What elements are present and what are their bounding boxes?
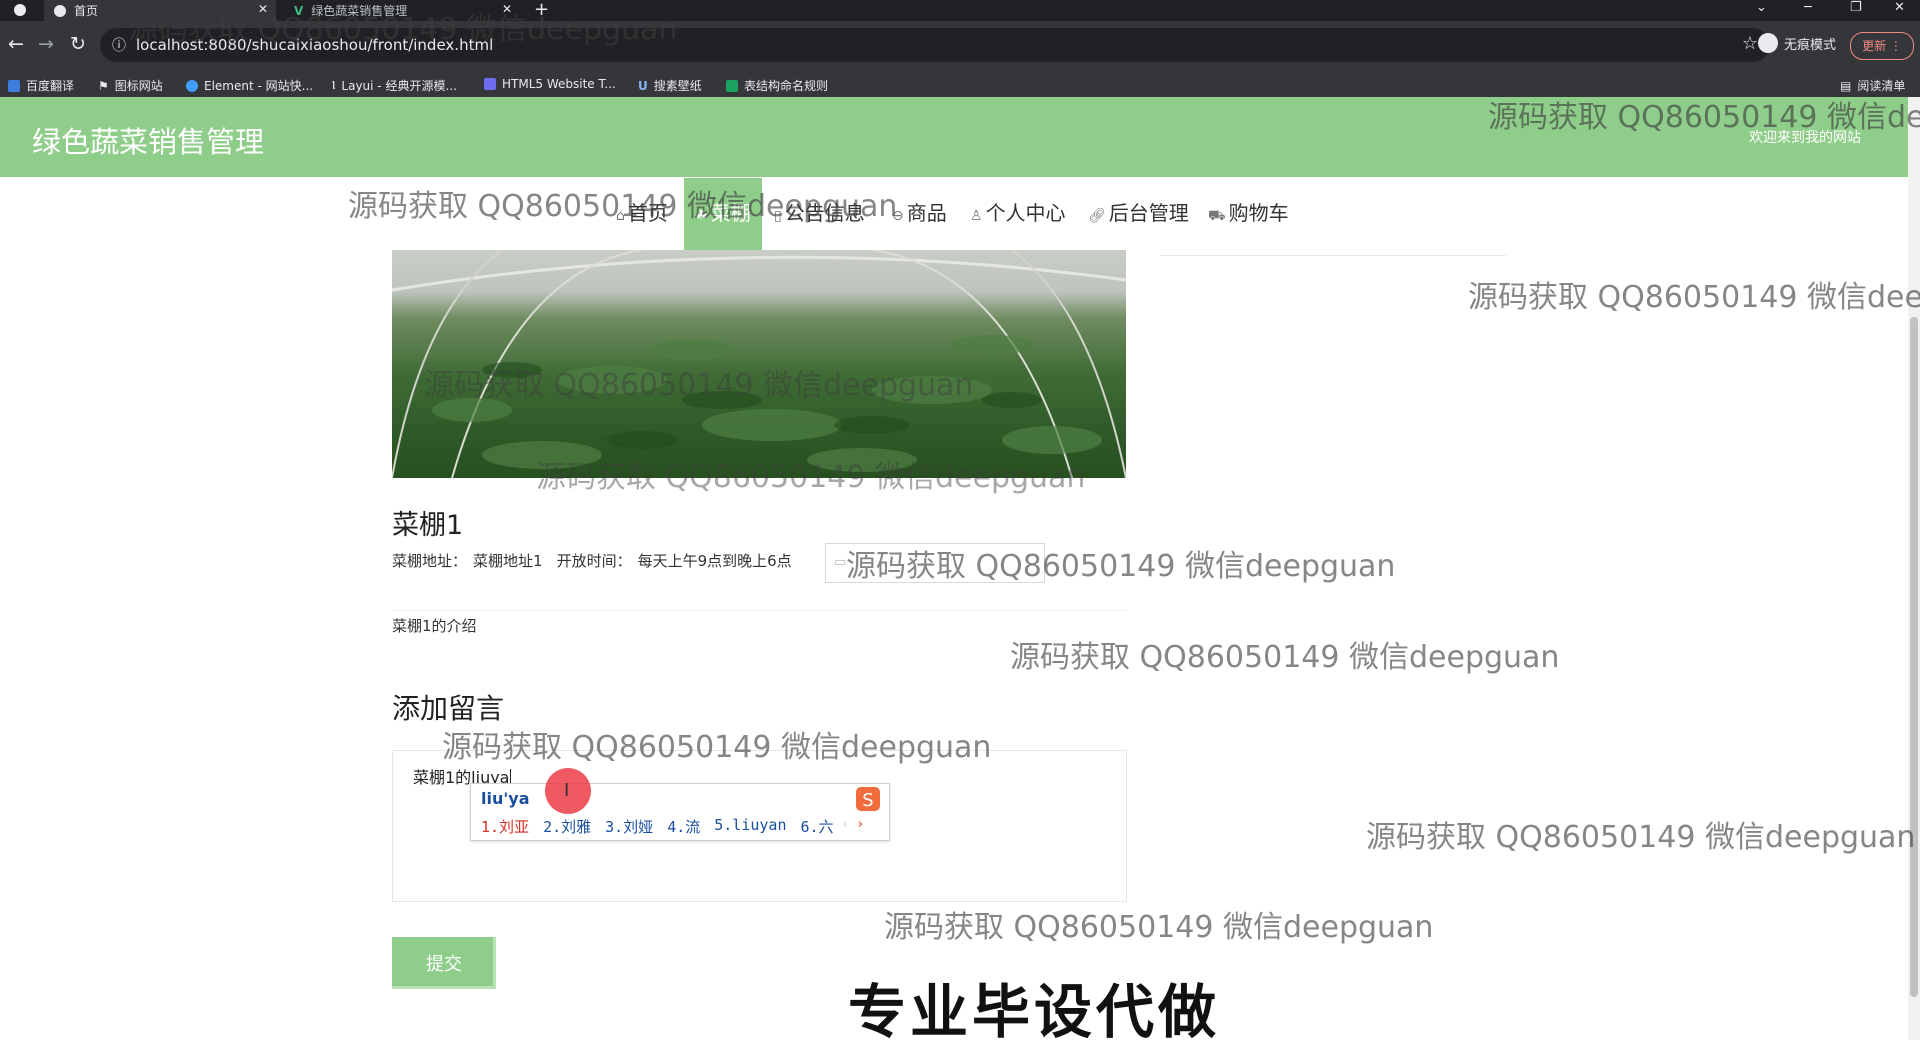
svg-text:S: S [862,790,873,811]
link-icon: 🔗︎ [1088,208,1106,224]
watermark: 源码获取 QQ86050149 微信dee [1488,100,1920,135]
ime-candidate[interactable]: 5.liuyan [714,816,786,837]
ime-paging: ‹ › [843,817,863,832]
reload-icon[interactable]: ↻ [70,33,86,55]
ime-candidate-popup: liu'ya S 1.刘亚 2.刘雅 3.刘娅 4.流 5.liuyan 6.六… [470,783,890,841]
watermark: 源码获取 QQ86050149 微信deepguan [442,730,992,765]
ime-prev-icon[interactable]: ‹ [843,817,848,832]
watermark: 源码获取 QQ86050149 微信deepguan [424,368,974,403]
bookmark-label: 图标网站 [114,79,163,93]
greenhouse-name: 菜棚1 [392,510,464,541]
nav-label: 后台管理 [1108,201,1189,225]
bookmark-icon-site[interactable]: ⚑ 图标网站 [98,77,163,94]
layui-logo-icon: Ⲓ [332,78,336,92]
bookmark-baidu-translate[interactable]: 百度翻译 [8,77,74,94]
user-icon: ♙ [970,208,983,224]
ibeam-cursor-icon: I [564,780,570,801]
favorite-icon: ▭ [834,555,847,570]
restore-icon[interactable]: ❐ [1850,0,1862,16]
watermark: 源码获取 QQ86050149 微信deepguan [1010,640,1560,675]
hours-label: 开放时间： [556,552,632,570]
submit-button[interactable]: 提交 [392,937,496,989]
globe-icon [54,4,66,17]
element-logo-icon [186,79,198,92]
address-label: 菜棚地址： [392,552,468,570]
bookmark-label: HTML5 Website T... [502,77,616,91]
nav-divider [1160,255,1506,256]
sogou-logo-icon: S [856,787,880,811]
ime-candidate[interactable]: 3.刘娅 [605,816,653,837]
watermark: 源码获取 QQ86050149 微信deepguan [884,910,1434,945]
scrollbar-thumb[interactable] [1910,317,1918,997]
site-title: 绿色蔬菜销售管理 [32,125,265,159]
reading-list-icon: ▤ [1840,78,1852,93]
back-icon[interactable]: ← [8,33,24,55]
u-logo-icon: U [638,78,648,93]
minimize-icon[interactable]: ─ [1804,0,1812,16]
nav-products[interactable]: ⊖ 商品 [892,178,947,250]
html5-icon [484,78,496,90]
detail-divider [392,610,1126,611]
promo-overlay-text: 专业毕设代做 [848,978,1221,1046]
watermark: 源码获取 QQ86050149 微信deepguan [536,460,1086,495]
cart-icon: ⛟ [1208,208,1226,224]
update-label: 更新 [1862,39,1887,53]
bookmark-wallpaper[interactable]: U 搜素壁纸 [638,77,702,94]
nav-admin[interactable]: 🔗︎ 后台管理 [1088,178,1189,250]
tab-search-icon[interactable]: ⌄ [1756,0,1767,16]
ime-candidate[interactable]: 1.刘亚 [481,816,529,837]
nav-user-center[interactable]: ♙ 个人中心 [970,178,1066,250]
bookmark-label: 搜素壁纸 [653,79,702,93]
bookmark-label: Element - 网站快... [204,79,314,93]
bookmark-label: Layui - 经典开源模... [341,79,457,93]
watermark: 源码获取 QQ86050149 微信deepguan [128,12,678,47]
incognito-label: 无痕模式 [1784,37,1837,53]
bookmark-table-naming[interactable]: 表结构命名规则 [726,77,828,94]
nav-label: 个人中心 [985,201,1066,225]
incognito-indicator[interactable]: 无痕模式 [1758,33,1836,53]
bookmark-html5[interactable]: HTML5 Website T... [484,77,616,91]
bookmark-layui[interactable]: Ⲓ Layui - 经典开源模... [332,77,457,94]
ime-candidates: 1.刘亚 2.刘雅 3.刘娅 4.流 5.liuyan 6.六 [481,816,834,837]
nav-cart[interactable]: ⛟ 购物车 [1208,178,1289,250]
add-message-title: 添加留言 [392,692,505,725]
close-window-icon[interactable]: ✕ [1894,0,1905,16]
greenhouse-intro: 菜棚1的介绍 [392,617,477,635]
browser-menu-icon[interactable] [14,4,26,16]
ime-candidate[interactable]: 2.刘雅 [543,816,591,837]
hours-value: 每天上午9点到晚上6点 [637,552,792,570]
address-value: 菜棚地址1 [473,552,543,570]
nav-label: 购物车 [1228,201,1289,225]
greenhouse-meta: 菜棚地址： 菜棚地址1 开放时间： 每天上午9点到晚上6点 [392,550,792,571]
ime-next-icon[interactable]: › [858,817,863,832]
bookmark-star-icon[interactable]: ☆ [1742,33,1758,54]
tab-title: 首页 [74,4,99,18]
info-icon[interactable]: ⓘ [112,35,126,55]
update-button[interactable]: 更新 ⋮ [1850,32,1914,60]
ime-candidate[interactable]: 6.六 [801,816,834,837]
nav-label: 商品 [906,201,947,225]
watermark: 源码获取 QQ86050149 微信deepguan [348,189,898,224]
bookmark-label: 百度翻译 [26,79,75,93]
translate-icon [8,79,20,92]
bookmark-element[interactable]: Element - 网站快... [186,77,313,94]
watermark: 源码获取 QQ86050149 微信deepguan [846,549,1396,584]
ime-pinyin: liu'ya [481,789,530,808]
bookmark-label: 表结构命名规则 [744,79,829,93]
watermark: 源码获取 QQ86050149 微信deepguan [1366,820,1916,855]
forward-icon[interactable]: → [38,33,54,55]
ime-candidate[interactable]: 4.流 [667,816,700,837]
doc-icon [726,79,738,92]
incognito-icon [1758,33,1778,53]
flag-icon: ⚑ [98,78,109,93]
watermark: 源码获取 QQ86050149 微信dee [1468,280,1920,315]
page-scrollbar[interactable] [1908,97,1920,1040]
